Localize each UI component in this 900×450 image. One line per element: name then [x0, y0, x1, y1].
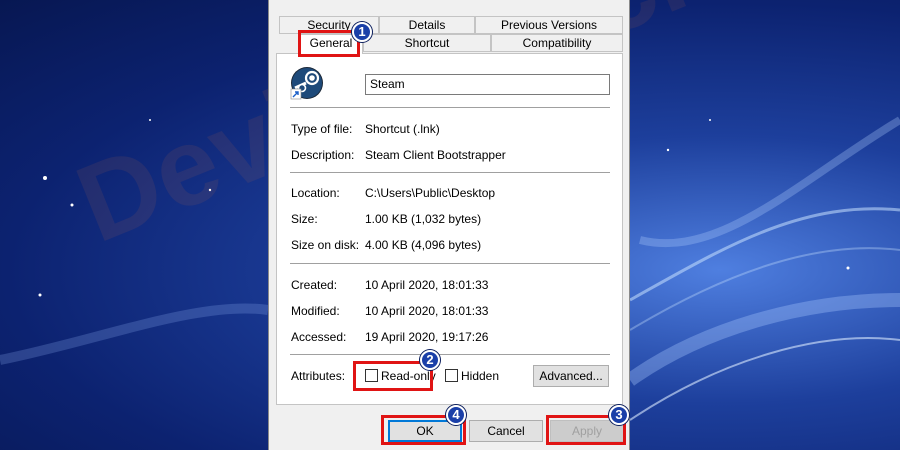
attributes-label: Attributes:	[291, 369, 346, 383]
modified-label: Modified:	[291, 304, 340, 318]
hidden-label[interactable]: Hidden	[461, 369, 499, 383]
separator	[290, 354, 610, 355]
location-value: C:\Users\Public\Desktop	[365, 186, 496, 200]
size-on-disk-label: Size on disk:	[291, 238, 360, 252]
type-label: Type of file:	[291, 122, 353, 136]
step-badge-2: 2	[420, 350, 440, 370]
location-label: Location:	[291, 186, 340, 200]
step-badge-4: 4	[446, 405, 466, 425]
size-label: Size:	[291, 212, 318, 226]
size-on-disk-value: 4.00 KB (4,096 bytes)	[365, 238, 482, 252]
separator	[290, 172, 610, 173]
description-value: Steam Client Bootstrapper	[365, 148, 506, 162]
cancel-button[interactable]: Cancel	[469, 420, 543, 442]
properties-dialog: Security Details Previous Versions Gener…	[268, 0, 630, 450]
description-label: Description:	[291, 148, 355, 162]
type-value: Shortcut (.lnk)	[365, 122, 440, 136]
steam-icon	[290, 66, 324, 100]
separator	[290, 263, 610, 264]
readonly-label[interactable]: Read-only	[381, 369, 436, 383]
step-badge-3: 3	[609, 405, 629, 425]
readonly-checkbox[interactable]	[365, 369, 378, 382]
modified-value: 10 April 2020, 18:01:33	[365, 304, 489, 318]
tab-shortcut[interactable]: Shortcut	[363, 34, 491, 52]
accessed-label: Accessed:	[291, 330, 347, 344]
hidden-checkbox[interactable]	[445, 369, 458, 382]
tab-details[interactable]: Details	[379, 16, 475, 34]
advanced-button[interactable]: Advanced...	[533, 365, 609, 387]
size-value: 1.00 KB (1,032 bytes)	[365, 212, 482, 226]
tab-previous-versions[interactable]: Previous Versions	[475, 16, 623, 34]
step-badge-1: 1	[352, 22, 372, 42]
separator	[290, 107, 610, 108]
created-label: Created:	[291, 278, 338, 292]
general-panel: Steam Type of file: Shortcut (.lnk) Desc…	[276, 53, 623, 405]
name-field[interactable]: Steam	[365, 74, 610, 95]
accessed-value: 19 April 2020, 19:17:26	[365, 330, 489, 344]
created-value: 10 April 2020, 18:01:33	[365, 278, 489, 292]
tab-compatibility[interactable]: Compatibility	[491, 34, 623, 52]
